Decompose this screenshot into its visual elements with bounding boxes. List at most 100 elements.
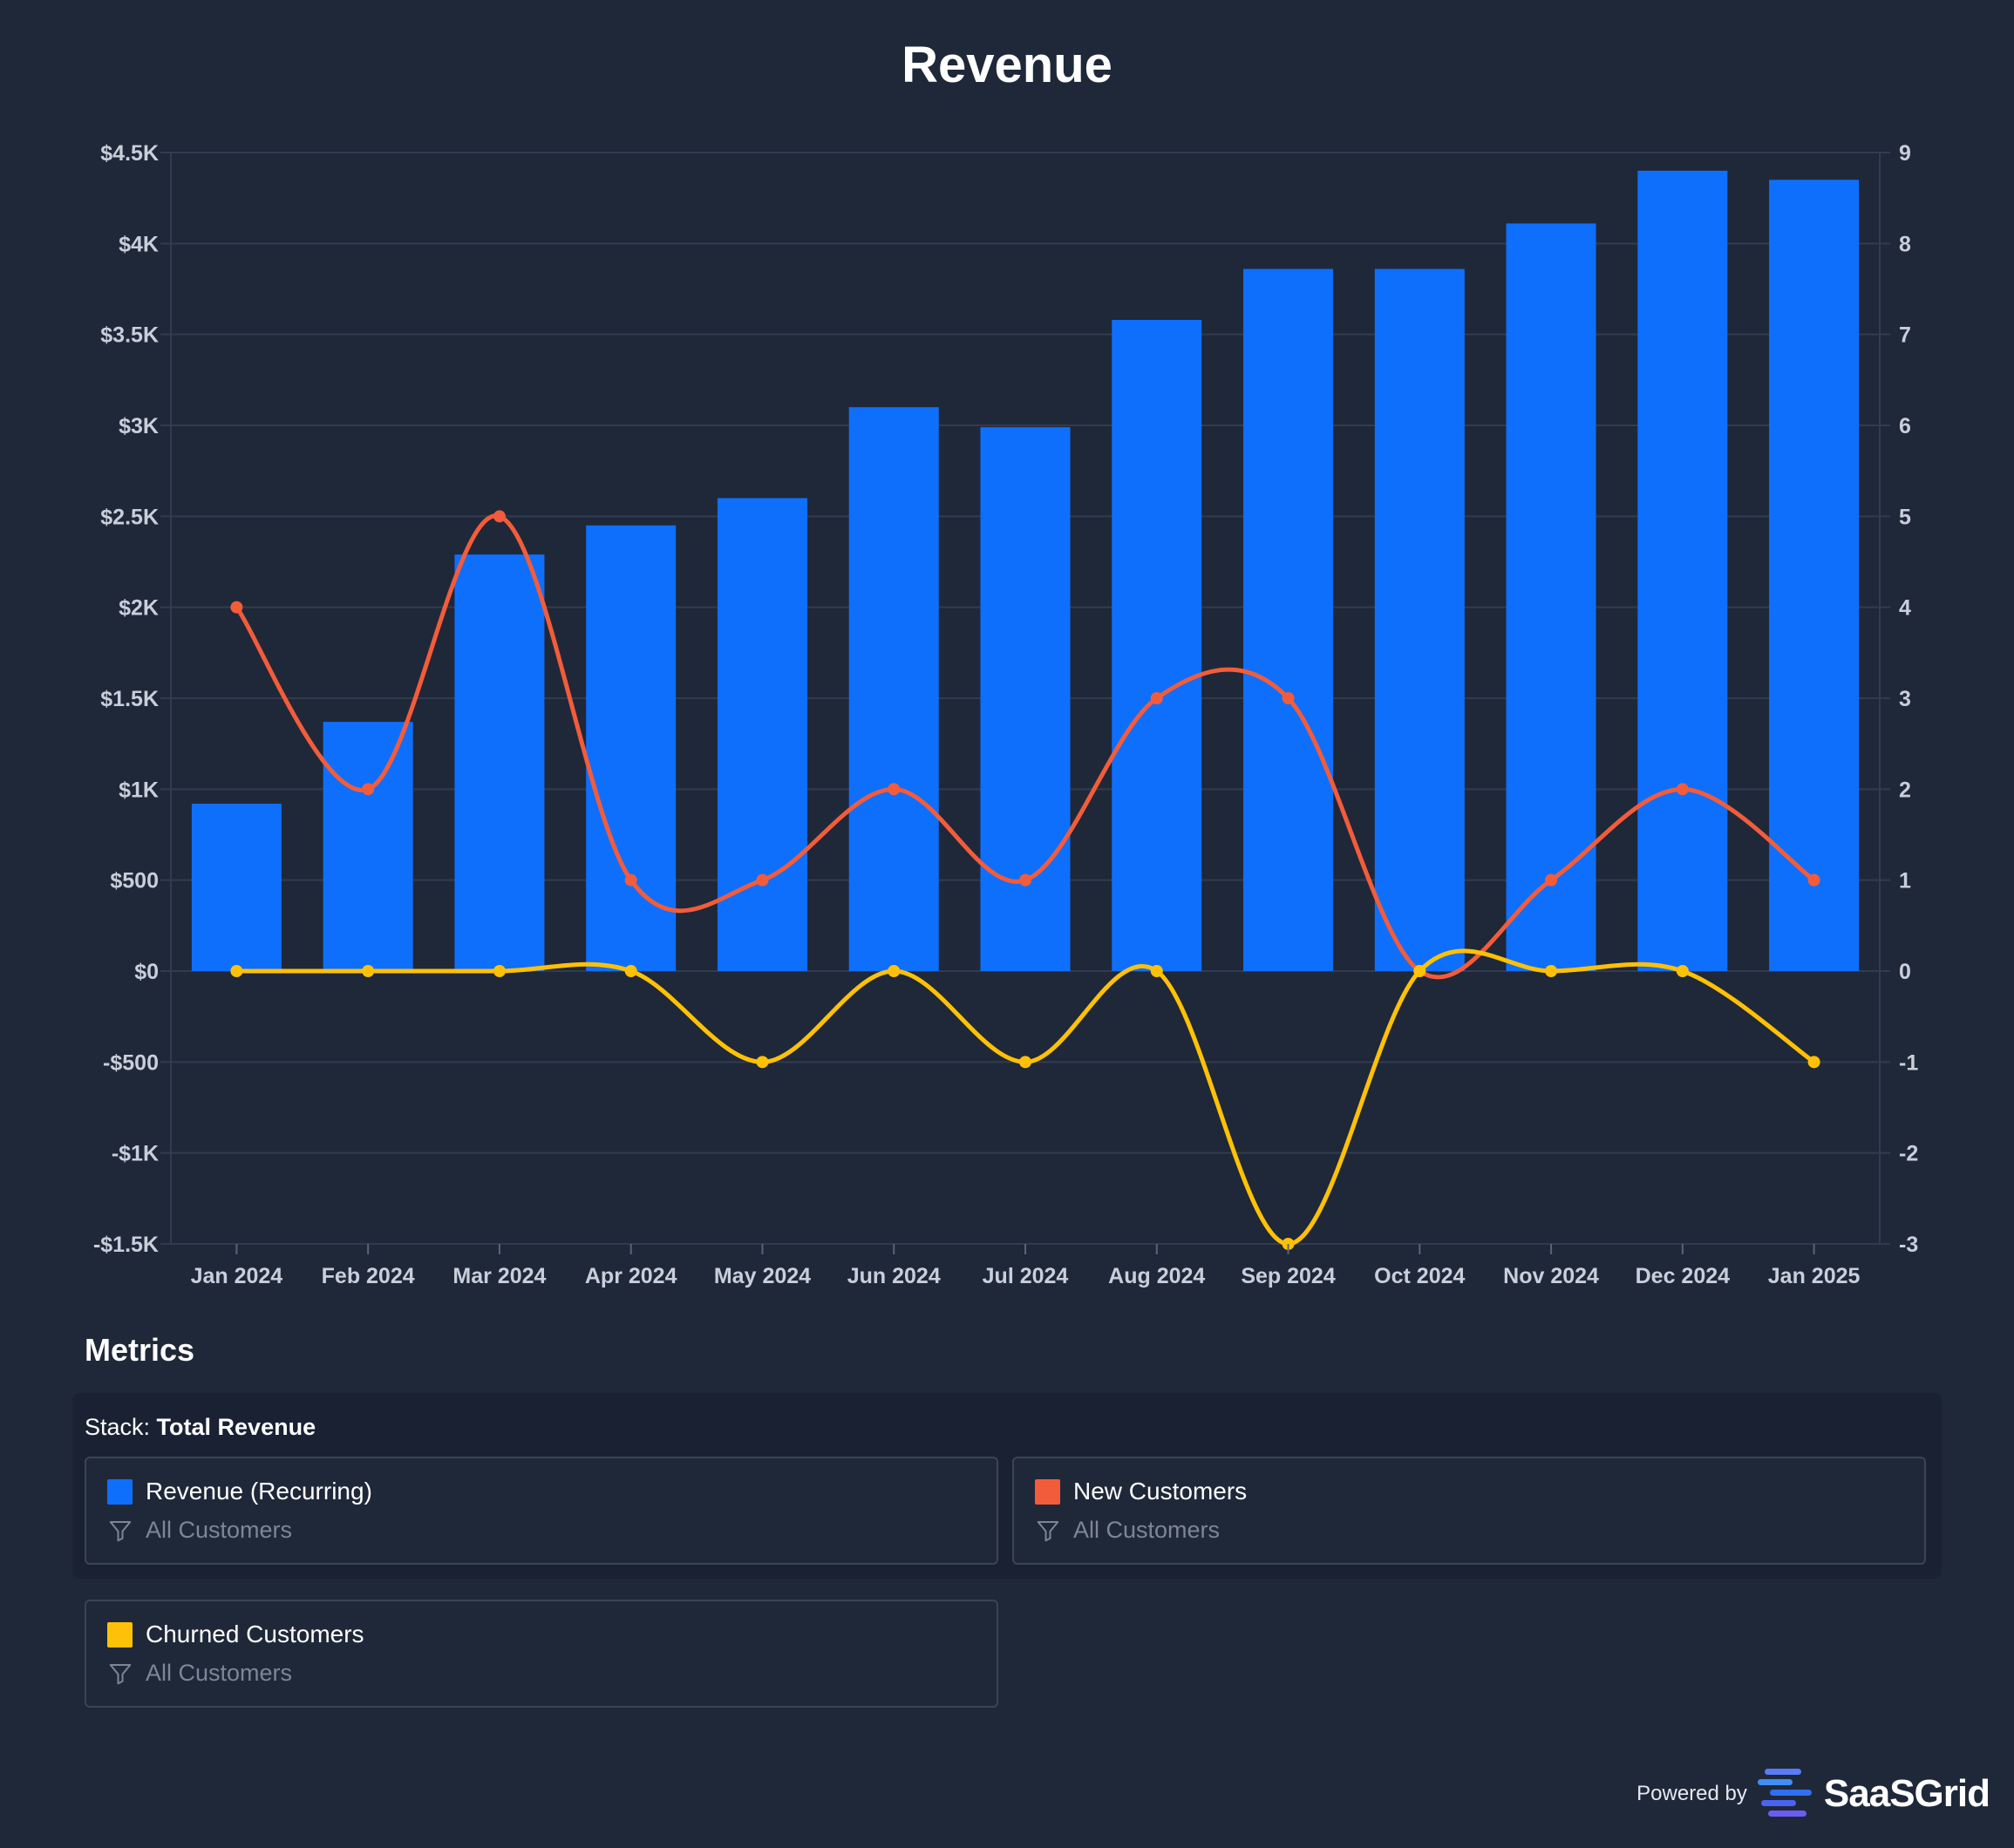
revenue-bar[interactable] <box>848 407 939 972</box>
churned-customers-point[interactable] <box>230 965 243 977</box>
new-customers-point[interactable] <box>362 783 375 796</box>
stack-label: Stack: Total Revenue <box>85 1414 316 1441</box>
new-customers-point[interactable] <box>1019 873 1031 887</box>
y-right-tick-label: 1 <box>1899 869 1911 893</box>
x-tick-label: May 2024 <box>714 1264 811 1288</box>
y-right-tick-label: 7 <box>1899 323 1911 348</box>
metric-filter: All Customers <box>1073 1517 1221 1543</box>
saasgrid-brand-name[interactable]: SaaSGrid <box>1824 1772 1990 1816</box>
y-left-tick-label: $0 <box>134 960 159 984</box>
right-y-axis: 9 8 7 6 5 4 3 2 1 0 -1 -2 -3 <box>1899 141 1918 1257</box>
metric-card-new-customers[interactable]: New Customers All Customers <box>1012 1457 1926 1565</box>
churned-customers-point[interactable] <box>756 1056 769 1069</box>
metric-name: Revenue (Recurring) <box>146 1478 372 1505</box>
y-left-tick-label: $4K <box>119 232 159 256</box>
new-customers-point[interactable] <box>1807 873 1820 887</box>
x-tick-label: Jun 2024 <box>847 1264 941 1288</box>
revenue-bar[interactable] <box>1637 170 1728 971</box>
y-left-tick-label: $4.5K <box>100 141 159 166</box>
x-tick-label: Mar 2024 <box>452 1264 546 1288</box>
new-customers-point[interactable] <box>1282 692 1295 704</box>
new-customers-point[interactable] <box>1676 783 1689 796</box>
y-left-tick-label: $2.5K <box>100 505 159 529</box>
revenue-bar[interactable] <box>454 554 545 971</box>
y-right-tick-label: 9 <box>1899 141 1911 166</box>
x-tick-label: Sep 2024 <box>1241 1264 1336 1288</box>
x-tick-label: Dec 2024 <box>1636 1264 1731 1288</box>
y-left-tick-label: -$500 <box>103 1050 159 1075</box>
revenue-bars <box>191 170 1860 972</box>
y-right-tick-label: -1 <box>1899 1050 1918 1075</box>
churned-customers-point[interactable] <box>1019 1056 1031 1069</box>
y-right-tick-label: 0 <box>1899 960 1911 984</box>
new-customers-point[interactable] <box>1545 873 1558 887</box>
x-tick-label: Jan 2024 <box>191 1264 283 1288</box>
stack-name: Total Revenue <box>156 1414 316 1440</box>
y-left-tick-label: $2K <box>119 596 159 621</box>
new-customers-point[interactable] <box>493 510 506 523</box>
churned-customers-point[interactable] <box>1545 965 1558 977</box>
revenue-bar[interactable] <box>1506 223 1596 971</box>
y-left-tick-label: $500 <box>110 869 159 893</box>
new-customers-point[interactable] <box>756 873 769 887</box>
y-right-tick-label: 5 <box>1899 505 1911 529</box>
y-right-tick-label: 6 <box>1899 414 1911 438</box>
churned-customers-point[interactable] <box>888 965 901 977</box>
metric-card-revenue-recurring[interactable]: Revenue (Recurring) All Customers <box>85 1457 998 1565</box>
saasgrid-logo-icon[interactable] <box>1756 1767 1817 1821</box>
churned-customers-color-swatch <box>107 1622 133 1648</box>
y-left-tick-label: $1K <box>119 778 159 802</box>
footer: Powered by SaaSGrid <box>1636 1768 1990 1820</box>
chart-title: Revenue <box>902 37 1112 93</box>
new-customers-point[interactable] <box>624 873 637 887</box>
left-y-axis: $4.5K $4K $3.5K $3K $2.5K $2K $1.5K $1K $500 $0 -$… <box>93 141 159 1257</box>
y-left-tick-label: -$1.5K <box>93 1233 159 1257</box>
y-right-tick-label: 2 <box>1899 778 1911 802</box>
x-tick-label: Jan 2025 <box>1768 1264 1861 1288</box>
x-tick-label: Nov 2024 <box>1503 1264 1599 1288</box>
churned-customers-point[interactable] <box>493 965 506 977</box>
x-tick-label: Feb 2024 <box>322 1264 415 1288</box>
metric-card-churned-customers[interactable]: Churned Customers All Customers <box>85 1600 998 1708</box>
filter-icon <box>109 1664 132 1685</box>
x-tick-label: Apr 2024 <box>585 1264 677 1288</box>
metric-filter: All Customers <box>146 1517 293 1543</box>
y-right-tick-label: -2 <box>1899 1142 1918 1166</box>
revenue-bar[interactable] <box>1243 268 1334 972</box>
churned-customers-point[interactable] <box>1150 965 1163 977</box>
metrics-heading: Metrics <box>85 1332 195 1368</box>
new-customers-point[interactable] <box>888 783 901 796</box>
revenue-bar[interactable] <box>586 525 677 971</box>
revenue-color-swatch <box>107 1479 133 1505</box>
metric-name: New Customers <box>1073 1478 1248 1505</box>
new-customers-point[interactable] <box>1150 692 1163 704</box>
revenue-bar[interactable] <box>191 804 282 971</box>
filter-icon <box>109 1521 132 1542</box>
new-customers-color-swatch <box>1035 1479 1060 1505</box>
y-right-tick-label: 3 <box>1899 687 1911 711</box>
filter-icon <box>1037 1521 1059 1542</box>
stack-prefix: Stack: <box>85 1414 151 1440</box>
revenue-bar[interactable] <box>717 498 807 971</box>
x-tick-label: Jul 2024 <box>983 1264 1069 1288</box>
churned-customers-line <box>234 948 1817 1247</box>
y-right-tick-label: -3 <box>1899 1233 1918 1257</box>
x-axis: Jan 2024 Feb 2024 Mar 2024 Apr 2024 May 2024… <box>191 1244 1861 1288</box>
churned-customers-point[interactable] <box>624 965 637 977</box>
metric-filter: All Customers <box>146 1660 293 1686</box>
x-tick-label: Oct 2024 <box>1374 1264 1465 1288</box>
new-customers-point[interactable] <box>230 601 243 614</box>
churned-customers-point[interactable] <box>1676 965 1689 977</box>
y-left-tick-label: $1.5K <box>100 687 159 711</box>
revenue-bar[interactable] <box>1112 319 1202 971</box>
churned-customers-point[interactable] <box>1413 965 1426 977</box>
revenue-bar[interactable] <box>980 427 1071 971</box>
churned-customers-point[interactable] <box>1807 1056 1820 1069</box>
y-left-tick-label: $3K <box>119 414 159 438</box>
y-right-tick-label: 8 <box>1899 232 1911 256</box>
churned-customers-point[interactable] <box>362 965 375 977</box>
revenue-bar[interactable] <box>323 722 413 971</box>
x-tick-label: Aug 2024 <box>1108 1264 1205 1288</box>
metric-name: Churned Customers <box>146 1620 364 1648</box>
revenue-bar[interactable] <box>1374 268 1465 972</box>
